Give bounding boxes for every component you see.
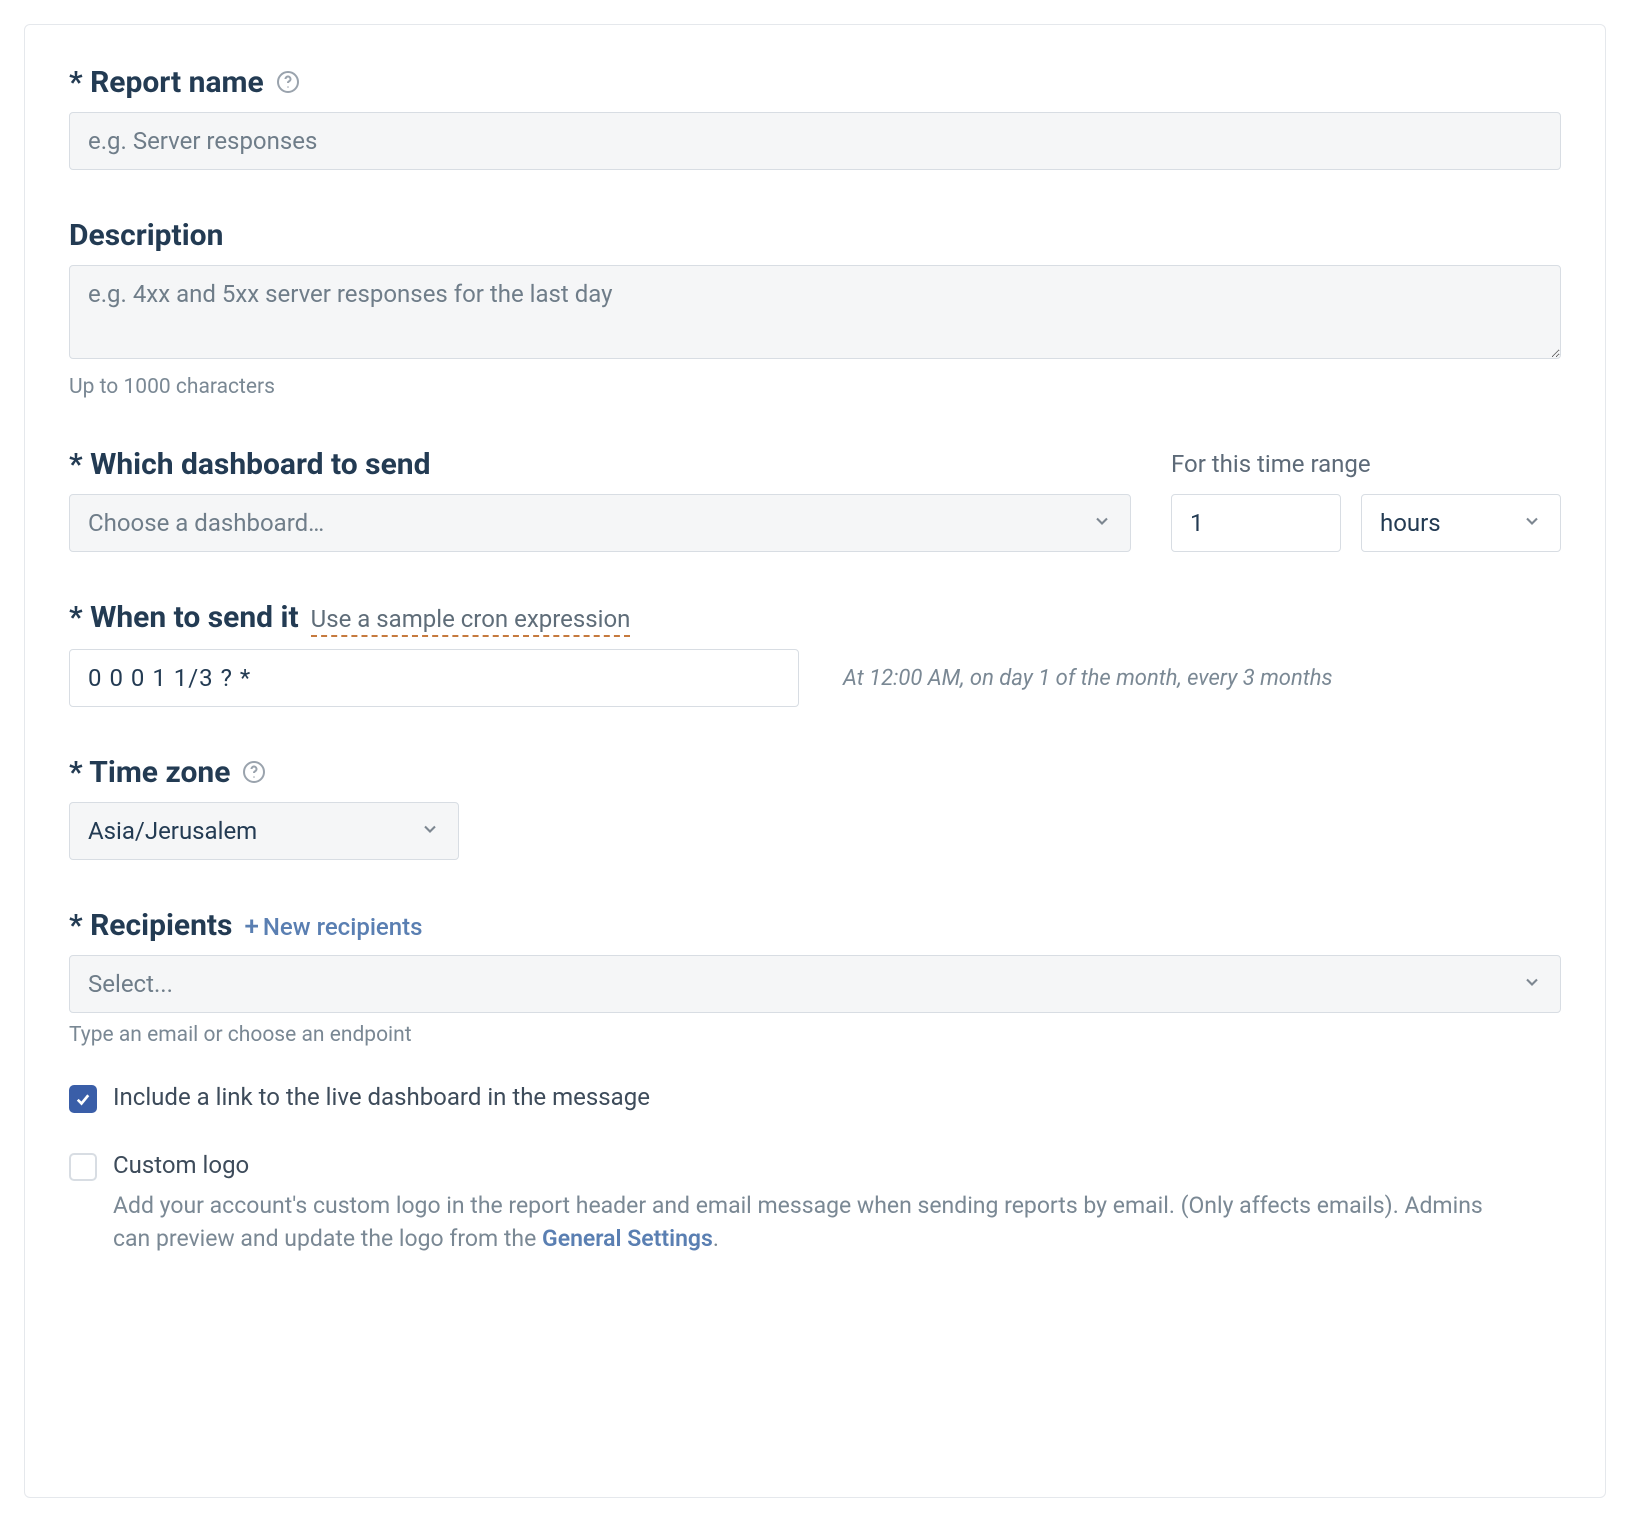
- time-range-unit-value: hours: [1380, 509, 1441, 537]
- chevron-down-icon: [420, 817, 440, 845]
- report-name-label: * Report name: [69, 65, 264, 100]
- general-settings-link[interactable]: General Settings: [542, 1225, 713, 1252]
- cron-description: At 12:00 AM, on day 1 of the month, ever…: [843, 666, 1333, 691]
- timezone-select[interactable]: Asia/Jerusalem: [69, 802, 459, 860]
- include-link-label: Include a link to the live dashboard in …: [113, 1083, 650, 1111]
- check-icon: [74, 1090, 92, 1108]
- recipients-select[interactable]: Select...: [69, 955, 1561, 1013]
- report-name-input[interactable]: [69, 112, 1561, 170]
- schedule-section: * When to send it Use a sample cron expr…: [69, 600, 1561, 707]
- include-link-row: Include a link to the live dashboard in …: [69, 1083, 1561, 1113]
- recipients-placeholder: Select...: [88, 970, 173, 998]
- time-range-value-input[interactable]: [1171, 494, 1341, 552]
- recipients-label: * Recipients: [69, 908, 232, 943]
- custom-logo-section: Custom logo Add your account's custom lo…: [69, 1151, 1561, 1256]
- chevron-down-icon: [1522, 509, 1542, 537]
- schedule-label: * When to send it: [69, 600, 299, 635]
- report-form-panel: * Report name Description Up to 1000 cha…: [24, 24, 1606, 1498]
- description-hint: Up to 1000 characters: [69, 375, 1561, 399]
- dashboard-section: * Which dashboard to send Choose a dashb…: [69, 447, 1561, 552]
- new-recipients-link[interactable]: + New recipients: [244, 913, 422, 941]
- custom-logo-label: Custom logo: [113, 1151, 249, 1179]
- description-input[interactable]: [69, 265, 1561, 359]
- timezone-section: * Time zone Asia/Jerusalem: [69, 755, 1561, 860]
- timezone-value: Asia/Jerusalem: [88, 817, 257, 845]
- description-section: Description Up to 1000 characters: [69, 218, 1561, 399]
- dashboard-select[interactable]: Choose a dashboard…: [69, 494, 1131, 552]
- timezone-label: * Time zone: [69, 755, 230, 790]
- cron-sample-link[interactable]: Use a sample cron expression: [311, 605, 631, 637]
- custom-logo-description: Add your account's custom logo in the re…: [69, 1189, 1489, 1256]
- time-range-unit-select[interactable]: hours: [1361, 494, 1561, 552]
- recipients-section: * Recipients + New recipients Select... …: [69, 908, 1561, 1047]
- custom-logo-desc-prefix: Add your account's custom logo in the re…: [113, 1192, 1483, 1252]
- include-link-checkbox[interactable]: [69, 1085, 97, 1113]
- chevron-down-icon: [1092, 509, 1112, 537]
- help-icon[interactable]: [242, 760, 266, 784]
- new-recipients-text: New recipients: [263, 913, 423, 941]
- cron-expression-input[interactable]: [69, 649, 799, 707]
- description-label: Description: [69, 218, 223, 253]
- custom-logo-checkbox[interactable]: [69, 1153, 97, 1181]
- chevron-down-icon: [1522, 970, 1542, 998]
- plus-icon: +: [244, 914, 258, 940]
- report-name-section: * Report name: [69, 65, 1561, 170]
- dashboard-select-placeholder: Choose a dashboard…: [88, 509, 324, 537]
- time-range-label: For this time range: [1171, 450, 1561, 478]
- dashboard-label: * Which dashboard to send: [69, 447, 431, 482]
- custom-logo-desc-suffix: .: [713, 1225, 719, 1252]
- recipients-hint: Type an email or choose an endpoint: [69, 1023, 1561, 1047]
- help-icon[interactable]: [276, 70, 300, 94]
